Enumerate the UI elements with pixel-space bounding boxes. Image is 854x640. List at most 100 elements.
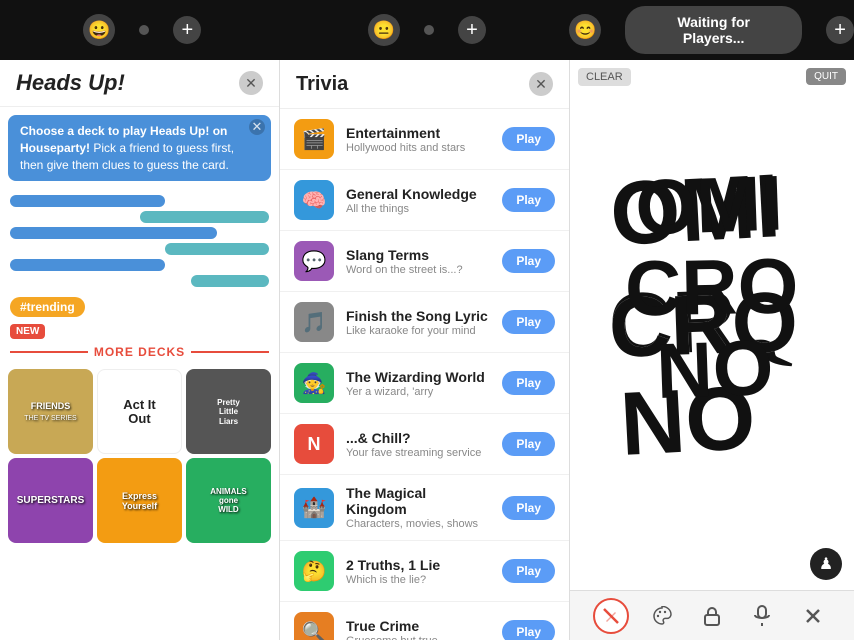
trivia-item-wizarding: 🧙 The Wizarding World Yer a wizard, 'arr… xyxy=(280,353,569,414)
chat-bubble xyxy=(10,195,165,207)
more-decks-line-right xyxy=(191,351,269,353)
deck-card-friends[interactable]: FRIENDSTHE TV SERIES xyxy=(8,369,93,454)
trivia-item-desc: Gruesome but true xyxy=(346,635,490,640)
chat-bubble xyxy=(10,227,217,239)
play-button-magickingdom[interactable]: Play xyxy=(502,496,555,520)
trivia-icon-truecrime: 🔍 xyxy=(294,612,334,640)
quit-button[interactable]: QUIT xyxy=(806,68,846,85)
trivia-header: Trivia ✕ xyxy=(280,60,569,109)
deck-card-actitout[interactable]: Act ItOut xyxy=(97,369,182,454)
play-button-generalknowledge[interactable]: Play xyxy=(502,188,555,212)
trivia-text-slangterms: Slang Terms Word on the street is...? xyxy=(346,247,490,276)
trivia-item-name: The Wizarding World xyxy=(346,369,490,385)
deck-card-prettylittleliars[interactable]: PrettyLittleLiars xyxy=(186,369,271,454)
lock-button[interactable] xyxy=(694,598,730,634)
waiting-button[interactable]: Waiting for Players... xyxy=(625,6,802,54)
add-button-1[interactable]: + xyxy=(173,16,201,44)
chat-row-2 xyxy=(10,211,269,223)
deck-card-superstars[interactable]: SUPERSTARS xyxy=(8,458,93,543)
player-icon: ♟ xyxy=(810,548,842,580)
drawing-area: OMI CR𝁤 CRO CRO NO OMI CRO NO xyxy=(570,60,854,590)
headsup-header: Heads Up! ✕ xyxy=(0,60,279,107)
microphone-button[interactable] xyxy=(744,598,780,634)
chat-row-3 xyxy=(10,227,269,239)
trivia-title: Trivia xyxy=(296,73,348,96)
palette-button[interactable] xyxy=(644,598,680,634)
trending-badge: #trending xyxy=(10,297,85,317)
trivia-icon-slangterms: 💬 xyxy=(294,241,334,281)
add-button-3[interactable]: + xyxy=(826,16,854,44)
trivia-icon-entertainment: 🎬 xyxy=(294,119,334,159)
trivia-item-entertainment: 🎬 Entertainment Hollywood hits and stars… xyxy=(280,109,569,170)
headsup-panel: Heads Up! ✕ ✕ Choose a deck to play Head… xyxy=(0,60,280,640)
chat-bubble xyxy=(165,243,269,255)
avatar-2: 😐 xyxy=(368,14,400,46)
chat-row-4 xyxy=(10,243,269,255)
trivia-item-desc: Hollywood hits and stars xyxy=(346,142,490,154)
trivia-text-wizarding: The Wizarding World Yer a wizard, 'arry xyxy=(346,369,490,398)
play-button-chill[interactable]: Play xyxy=(502,432,555,456)
clear-button[interactable]: CLEAR xyxy=(578,68,631,86)
trivia-item-name: 2 Truths, 1 Lie xyxy=(346,557,490,573)
trivia-item-name: General Knowledge xyxy=(346,186,490,202)
pencil-off-button[interactable] xyxy=(593,598,629,634)
deck-card-animalsgonewild[interactable]: ANIMALSgoneWILD xyxy=(186,458,271,543)
trivia-text-finishthesong: Finish the Song Lyric Like karaoke for y… xyxy=(346,308,490,337)
trivia-item-name: Slang Terms xyxy=(346,247,490,263)
avatar-1: 😀 xyxy=(83,14,115,46)
play-button-finishthesong[interactable]: Play xyxy=(502,310,555,334)
game-panel: CLEAR QUIT OMI CR𝁤 CRO CRO NO OMI CRO NO xyxy=(570,60,854,640)
drawing-content: OMI CRO NO xyxy=(612,165,812,485)
info-close-icon[interactable]: ✕ xyxy=(249,119,265,135)
trivia-item-magickingdom: 🏰 The Magical Kingdom Characters, movies… xyxy=(280,475,569,541)
trivia-text-chill: ...& Chill? Your fave streaming service xyxy=(346,430,490,459)
chat-row-6 xyxy=(10,275,269,287)
trivia-item-desc: Word on the street is...? xyxy=(346,264,490,276)
pencil-off-icon xyxy=(602,607,620,625)
microphone-icon xyxy=(753,605,771,627)
more-decks-header: MORE DECKS xyxy=(0,339,279,365)
headsup-close-button[interactable]: ✕ xyxy=(239,71,263,95)
deck-card-label: SUPERSTARS xyxy=(17,495,85,506)
close-icon xyxy=(805,608,821,624)
close-game-button[interactable] xyxy=(795,598,831,634)
trivia-text-truths: 2 Truths, 1 Lie Which is the lie? xyxy=(346,557,490,586)
chat-area xyxy=(0,189,279,293)
trivia-item-truecrime: 🔍 True Crime Gruesome but true Play xyxy=(280,602,569,640)
play-button-slangterms[interactable]: Play xyxy=(502,249,555,273)
trivia-icon-chill: N xyxy=(294,424,334,464)
trivia-item-slangterms: 💬 Slang Terms Word on the street is...? … xyxy=(280,231,569,292)
trivia-text-generalknowledge: General Knowledge All the things xyxy=(346,186,490,215)
top-bar: 😀 + 😐 + 😊 Waiting for Players... + xyxy=(0,0,854,60)
play-button-truths[interactable]: Play xyxy=(502,559,555,583)
trivia-item-desc: Your fave streaming service xyxy=(346,447,490,459)
trivia-close-button[interactable]: ✕ xyxy=(529,72,553,96)
add-button-2[interactable]: + xyxy=(458,16,486,44)
drawing-line-1: OMI CRO NO xyxy=(608,162,816,415)
play-button-truecrime[interactable]: Play xyxy=(502,620,555,640)
trivia-icon-finishthesong: 🎵 xyxy=(294,302,334,342)
trivia-list: 🎬 Entertainment Hollywood hits and stars… xyxy=(280,109,569,640)
trivia-item-name: ...& Chill? xyxy=(346,430,490,446)
chat-row-1 xyxy=(10,195,269,207)
chat-bubble xyxy=(191,275,269,287)
trivia-text-magickingdom: The Magical Kingdom Characters, movies, … xyxy=(346,485,490,530)
trivia-text-entertainment: Entertainment Hollywood hits and stars xyxy=(346,125,490,154)
trending-area: #trending xyxy=(0,293,279,321)
trivia-item-name: Finish the Song Lyric xyxy=(346,308,490,324)
deck-card-label: ANIMALSgoneWILD xyxy=(210,487,246,514)
play-button-entertainment[interactable]: Play xyxy=(502,127,555,151)
trivia-item-generalknowledge: 🧠 General Knowledge All the things Play xyxy=(280,170,569,231)
trivia-item-desc: Characters, movies, shows xyxy=(346,518,490,530)
deck-card-label: FRIENDSTHE TV SERIES xyxy=(24,401,76,423)
chat-bubble xyxy=(10,259,165,271)
play-button-wizarding[interactable]: Play xyxy=(502,371,555,395)
lock-icon xyxy=(703,606,721,626)
trivia-item-name: Entertainment xyxy=(346,125,490,141)
trivia-icon-truths: 🤔 xyxy=(294,551,334,591)
player-icon-area: ♟ xyxy=(810,548,842,580)
avatar-3: 😊 xyxy=(569,14,601,46)
deck-card-expressyourself[interactable]: ExpressYourself xyxy=(97,458,182,543)
deck-card-label: PrettyLittleLiars xyxy=(217,398,240,427)
deck-card-label: Act ItOut xyxy=(123,398,156,427)
